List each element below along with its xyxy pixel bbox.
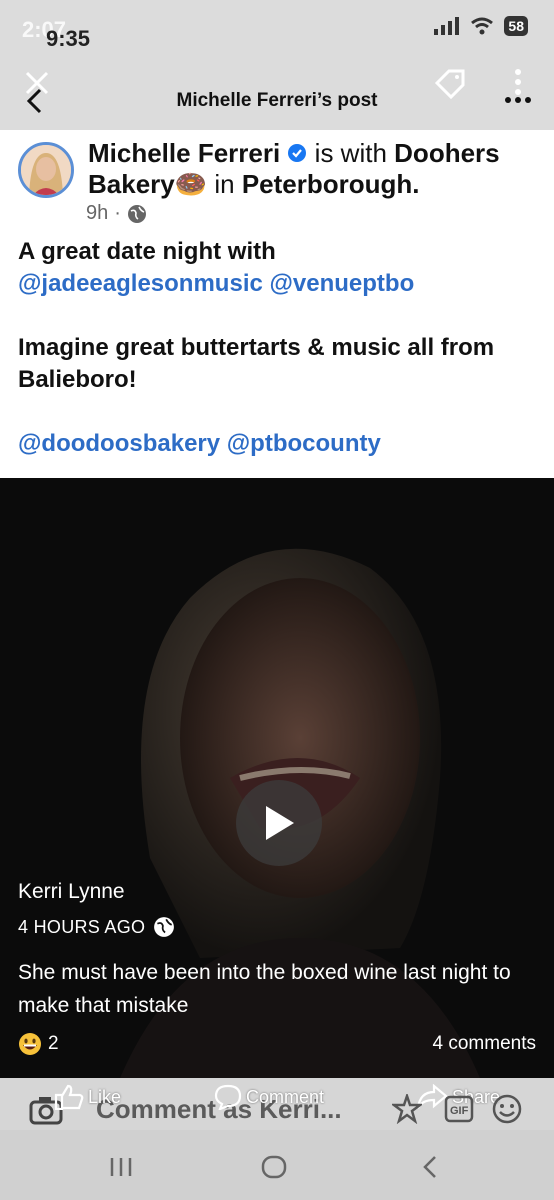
play-button[interactable] xyxy=(236,780,322,866)
globe-icon xyxy=(127,204,146,223)
post-line-2: Imagine great buttertarts & music all fr… xyxy=(18,334,495,393)
mention-link[interactable]: @ptbocounty xyxy=(227,430,381,457)
page-title: Michelle Ferreri’s post xyxy=(176,90,378,111)
recent-apps-icon[interactable] xyxy=(106,1154,136,1180)
comment-author[interactable]: Kerri Lynne xyxy=(18,880,538,904)
play-icon xyxy=(266,806,294,840)
grin-emoji-icon xyxy=(19,1033,41,1055)
comment-text: She must have been into the boxed wine l… xyxy=(18,961,511,1017)
comment-button[interactable]: Comment xyxy=(214,1084,324,1110)
donut-emoji-icon: 🍩 xyxy=(174,169,208,199)
post-card: Michelle Ferreri is with Doohers Bakery🍩… xyxy=(0,130,554,478)
action-bar: Comment as Kerri... Like Comment Share G… xyxy=(0,1078,554,1130)
signal-icon xyxy=(434,17,460,35)
comment-meta: 4 HOURS AGO xyxy=(18,916,538,938)
post-line-1: A great date night with xyxy=(18,238,276,265)
system-nav-bar xyxy=(0,1130,554,1200)
tag-icon[interactable] xyxy=(430,64,470,104)
status-icons: 58 xyxy=(434,16,528,36)
comment-time: 4 HOURS AGO xyxy=(18,916,146,937)
like-button[interactable]: Like xyxy=(54,1084,121,1110)
location-link[interactable]: Peterborough. xyxy=(242,169,420,199)
author-line: Michelle Ferreri is with Doohers Bakery🍩… xyxy=(88,138,548,200)
comments-count[interactable]: 4 comments xyxy=(433,1033,536,1055)
home-icon[interactable] xyxy=(258,1152,290,1182)
emoji-icon[interactable] xyxy=(490,1092,524,1126)
with-text: is with xyxy=(314,138,387,168)
mention-link[interactable]: @doodoosbakery xyxy=(18,430,220,457)
location-prefix: in xyxy=(214,169,235,199)
battery-indicator: 58 xyxy=(504,16,528,36)
comment-bubble-icon xyxy=(214,1084,242,1110)
svg-text:GIF: GIF xyxy=(450,1105,469,1117)
post-meta: 9h · xyxy=(86,202,147,225)
video-player[interactable]: Kerri Lynne 4 HOURS AGO She must have be… xyxy=(0,478,554,1078)
author-name[interactable]: Michelle Ferreri xyxy=(88,138,280,168)
avatar[interactable] xyxy=(18,142,74,198)
verified-badge-icon xyxy=(288,144,307,162)
comment-overlay: Kerri Lynne 4 HOURS AGO She must have be… xyxy=(18,880,538,1022)
meta-dot: · xyxy=(114,202,121,224)
mention-link[interactable]: @venueptbo xyxy=(270,270,415,297)
post-time[interactable]: 9h xyxy=(86,202,108,225)
reactions-summary[interactable]: 2 xyxy=(18,1032,59,1056)
globe-icon xyxy=(154,917,175,937)
sticker-icon[interactable] xyxy=(390,1092,424,1126)
like-label: Like xyxy=(88,1086,122,1107)
wifi-icon xyxy=(471,17,494,35)
status-bar: 2:07 9:35 58 xyxy=(0,0,554,51)
post-header: Michelle Ferreri’s post xyxy=(0,48,554,130)
more-dots-icon[interactable] xyxy=(504,66,532,126)
mention-link[interactable]: @jadeeaglesonmusic xyxy=(18,270,263,297)
reaction-count: 2 xyxy=(48,1033,59,1054)
thumbs-up-icon xyxy=(54,1084,84,1110)
gif-icon[interactable]: GIF xyxy=(444,1094,474,1124)
comment-label: Comment xyxy=(246,1086,325,1107)
post-body: A great date night with @jadeeaglesonmus… xyxy=(18,236,538,492)
back-icon[interactable] xyxy=(416,1152,444,1182)
